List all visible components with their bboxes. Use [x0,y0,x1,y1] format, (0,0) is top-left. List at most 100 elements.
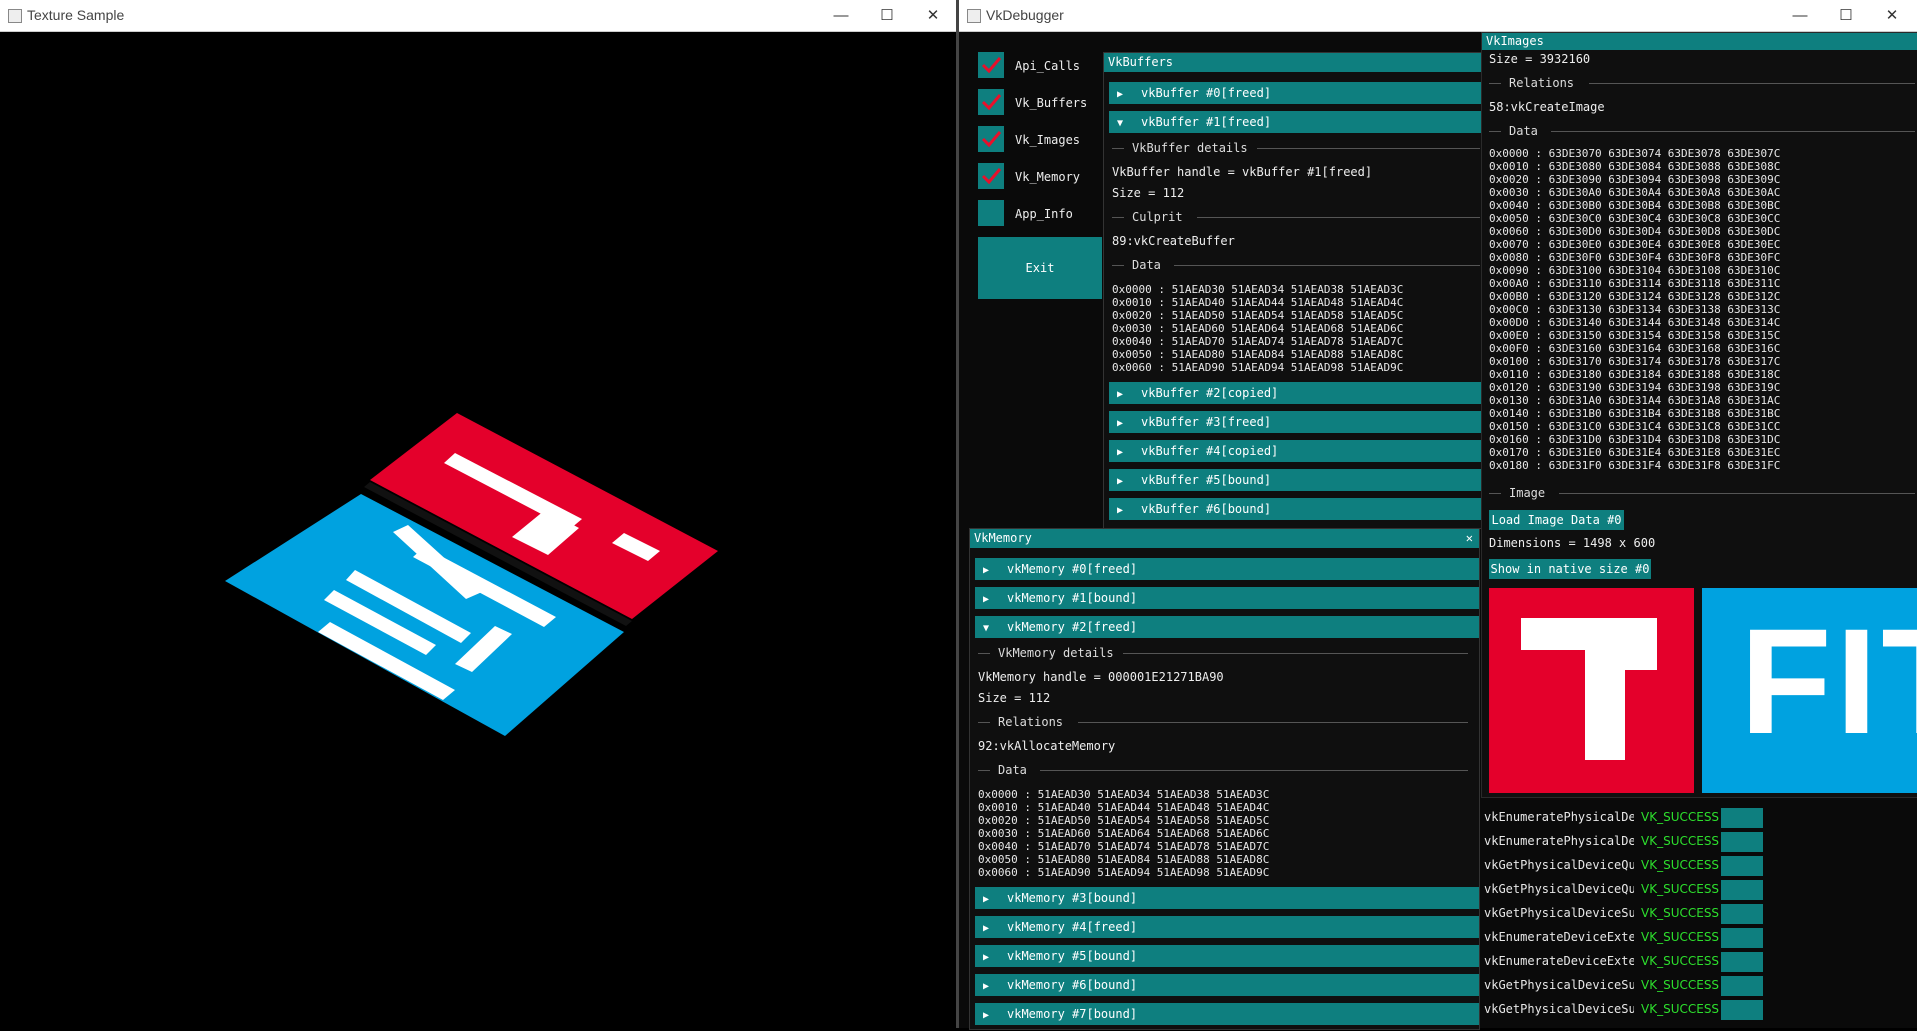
api-call-button[interactable] [1721,952,1763,972]
logo-text: FIT [1740,597,1917,765]
vkmemory-panel: VkMemory ✕ ▶ vkMemory #0[freed] ▶ vkMemory … [969,528,1480,1030]
close-button[interactable]: ✕ [910,0,956,31]
vkimages-title[interactable]: VkImages [1482,33,1917,50]
api-call-name[interactable]: vkEnumeratePhysicalDev [1484,834,1634,848]
vkbuffer-header-6[interactable]: ▶ vkBuffer #6[bound] [1109,498,1482,520]
api-call-button[interactable] [1721,808,1763,828]
memory-handle: VkMemory handle = 000001E21271BA90 [978,670,1224,684]
api-call-name[interactable]: vkGetPhysicalDeviceSur [1484,1002,1634,1016]
api-call-name[interactable]: vkEnumerateDeviceExter [1484,954,1634,968]
collapsed-arrow-icon: ▶ [983,894,990,905]
texture-sample-titlebar: Texture Sample — ☐ ✕ [0,0,956,32]
api-call-result: VK_SUCCESS [1641,906,1720,920]
vkmemory-title[interactable]: VkMemory ✕ [970,529,1479,548]
vk-memory-checkbox[interactable] [978,163,1004,189]
api-calls-checkbox[interactable] [978,52,1004,78]
collapsed-arrow-icon: ▶ [983,1010,990,1021]
api-call-name[interactable]: vkGetPhysicalDeviceSur [1484,906,1634,920]
api-calls-label: Api_Calls [1015,59,1081,73]
render-viewport[interactable] [0,32,956,1028]
logo-red-tile [1489,588,1694,793]
culprit-separator: Culprit [1112,210,1480,225]
minimize-button[interactable]: — [1777,0,1823,31]
api-call-button[interactable] [1721,976,1763,996]
memory-size: Size = 112 [978,691,1051,705]
api-call-result: VK_SUCCESS [1641,882,1720,896]
api-call-button[interactable] [1721,832,1763,852]
collapsed-arrow-icon: ▶ [983,594,990,605]
load-image-data-button[interactable]: Load Image Data #0 [1489,510,1624,530]
api-call-button[interactable] [1721,856,1763,876]
vkmemory-header-1[interactable]: ▶ vkMemory #1[bound] [975,587,1479,609]
image-dimensions: Dimensions = 1498 x 600 [1489,536,1656,550]
api-call-result: VK_SUCCESS [1641,954,1720,968]
vkmemory-header-2[interactable]: ▼ vkMemory #2[freed] [975,616,1479,638]
vkbuffer-header-0[interactable]: ▶ vkBuffer #0[freed] [1109,82,1482,104]
api-call-result: VK_SUCCESS [1641,978,1720,992]
image-separator: Image [1489,486,1915,501]
buffer-size: Size = 112 [1112,186,1185,200]
close-button[interactable]: ✕ [1869,0,1915,31]
details-separator: VkBuffer details [1112,141,1480,156]
app-info-label: App_Info [1015,207,1073,221]
window-title: VkDebugger [986,7,1064,23]
api-call-name[interactable]: vkGetPhysicalDeviceQue [1484,882,1634,896]
app-info-checkbox[interactable] [978,200,1004,226]
close-icon[interactable]: ✕ [1466,529,1473,548]
vkbuffer-header-4[interactable]: ▶ vkBuffer #4[copied] [1109,440,1482,462]
vkmemory-header-3[interactable]: ▶ vkMemory #3[bound] [975,887,1479,909]
vkmemory-header-6[interactable]: ▶ vkMemory #6[bound] [975,974,1479,996]
api-call-button[interactable] [1721,904,1763,924]
image-preview: FIT [1489,588,1917,793]
collapsed-arrow-icon: ▶ [1117,389,1124,400]
api-call-result: VK_SUCCESS [1641,858,1720,872]
textured-quad-render [225,413,718,736]
relations-separator: Relations [978,715,1468,730]
api-call-result: VK_SUCCESS [1641,930,1720,944]
checkmark-icon [981,131,1002,148]
main-menu: Api_Calls Vk_Buffers Vk_Images Vk_Memory… [965,45,1103,305]
api-call-name[interactable]: vkEnumerateDeviceExter [1484,930,1634,944]
expanded-arrow-icon: ▼ [983,623,990,634]
data-separator: Data [1112,258,1480,273]
vkbuffer-header-2[interactable]: ▶ vkBuffer #2[copied] [1109,382,1482,404]
image-size: Size = 3932160 [1489,52,1591,66]
vkbuffer-header-5[interactable]: ▶ vkBuffer #5[bound] [1109,469,1482,491]
window-title: Texture Sample [27,7,125,23]
vkbuffer-header-1[interactable]: ▼ vkBuffer #1[freed] [1109,111,1482,133]
api-call-name[interactable]: vkGetPhysicalDeviceQue [1484,858,1634,872]
image-data-dump: 0x0000 : 63DE3070 63DE3074 63DE3078 63DE… [1489,147,1781,472]
collapsed-arrow-icon: ▶ [1117,418,1124,429]
data-separator: Data [978,763,1468,778]
vkbuffers-title[interactable]: VkBuffers [1104,53,1482,72]
vkimages-panel: VkImages Size = 3932160 Relations 58:vkC… [1481,32,1917,798]
maximize-button[interactable]: ☐ [1823,0,1869,31]
api-call-button[interactable] [1721,928,1763,948]
api-call-button[interactable] [1721,880,1763,900]
exit-button[interactable]: Exit [978,237,1102,299]
show-native-size-button[interactable]: Show in native size #0 [1489,559,1651,579]
vkmemory-header-4[interactable]: ▶ vkMemory #4[freed] [975,916,1479,938]
vkmemory-header-5[interactable]: ▶ vkMemory #5[bound] [975,945,1479,967]
vkbuffer-header-3[interactable]: ▶ vkBuffer #3[freed] [1109,411,1482,433]
minimize-button[interactable]: — [818,0,864,31]
data-separator: Data [1489,124,1915,139]
maximize-button[interactable]: ☐ [864,0,910,31]
memory-relation: 92:vkAllocateMemory [978,739,1116,753]
vkmemory-header-0[interactable]: ▶ vkMemory #0[freed] [975,558,1479,580]
vk-buffers-checkbox[interactable] [978,89,1004,115]
vkmemory-header-7[interactable]: ▶ vkMemory #7[bound] [975,1003,1479,1025]
api-call-button[interactable] [1721,1000,1763,1020]
vkdebugger-titlebar: VkDebugger — ☐ ✕ [959,0,1917,32]
collapsed-arrow-icon: ▶ [1117,89,1124,100]
checkmark-icon [981,57,1002,74]
vk-memory-label: Vk_Memory [1015,170,1081,184]
api-call-name[interactable]: vkGetPhysicalDeviceSur [1484,978,1634,992]
api-call-result: VK_SUCCESS [1641,834,1720,848]
api-call-name[interactable]: vkEnumeratePhysicalDev [1484,810,1634,824]
vk-images-checkbox[interactable] [978,126,1004,152]
image-relation: 58:vkCreateImage [1489,100,1605,114]
collapsed-arrow-icon: ▶ [983,923,990,934]
relations-separator: Relations [1489,76,1915,91]
details-separator: VkMemory details [978,646,1468,661]
